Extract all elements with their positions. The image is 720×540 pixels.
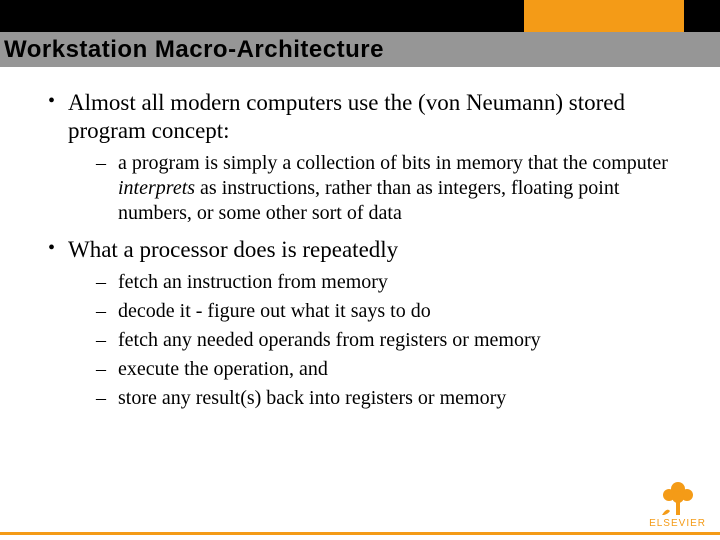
bullet-item: What a processor does is repeatedly fetch… (40, 236, 690, 411)
sub-item: fetch an instruction from memory (92, 270, 690, 295)
sub-list: fetch an instruction from memory decode i… (68, 270, 690, 411)
sub-item: decode it - figure out what it says to d… (92, 299, 690, 324)
sub-item: execute the operation, and (92, 357, 690, 382)
top-black-bar (0, 0, 720, 32)
sub-item: fetch any needed operands from registers… (92, 328, 690, 353)
sub-item: store any result(s) back into registers … (92, 386, 690, 411)
bullet-item: Almost all modern computers use the (von… (40, 89, 690, 226)
slide-title: Workstation Macro-Architecture (4, 36, 384, 64)
footer: ELSEVIER (0, 505, 720, 535)
top-accent-block (524, 0, 684, 32)
bullet-text: Almost all modern computers use the (von… (68, 90, 625, 143)
emphasis: interprets (118, 177, 195, 199)
tree-icon (656, 477, 700, 517)
footer-line (0, 532, 720, 535)
sub-item: a program is simply a collection of bits… (92, 151, 690, 226)
publisher-logo: ELSEVIER (649, 477, 706, 529)
bullet-text: What a processor does is repeatedly (68, 237, 398, 262)
slide-body: Almost all modern computers use the (von… (0, 67, 720, 411)
sub-list: a program is simply a collection of bits… (68, 151, 690, 226)
publisher-name: ELSEVIER (649, 518, 706, 529)
bullet-list: Almost all modern computers use the (von… (40, 89, 690, 411)
title-bar: Workstation Macro-Architecture (0, 32, 720, 67)
